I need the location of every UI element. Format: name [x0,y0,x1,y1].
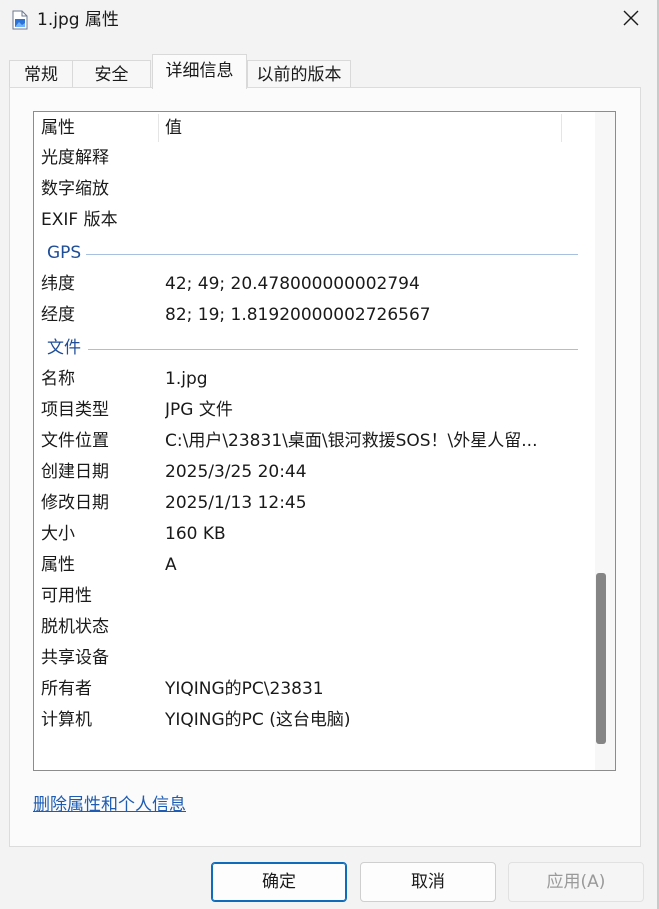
scrollbar-thumb[interactable] [596,573,606,744]
property-value: 42; 49; 20.478000000002794 [165,274,420,294]
list-item[interactable]: 纬度 42; 49; 20.478000000002794 [34,269,594,300]
list-item[interactable]: 经度 82; 19; 1.81920000002726567 [34,300,594,331]
list-item[interactable]: 所有者 YIQING的PC\23831 [34,674,594,705]
image-file-icon [12,10,28,30]
property-value: 1.jpg [165,369,208,389]
property-value: 160 KB [165,524,226,544]
group-divider [88,349,578,350]
cancel-button[interactable]: 取消 [360,862,496,902]
property-name: 数字缩放 [41,179,109,199]
tab-security[interactable]: 安全 [72,60,151,88]
list-item[interactable]: 数字缩放 [34,174,594,205]
property-name: 经度 [41,305,75,325]
property-value: C:\用户\23831\桌面\银河救援SOS！\外星人留... [165,431,538,451]
property-name: 光度解释 [41,148,109,168]
close-icon [623,10,639,30]
property-value: 82; 19; 1.81920000002726567 [165,305,431,325]
column-separator[interactable] [561,114,562,142]
details-list[interactable]: 属性 值 光度解释 数字缩放 EXIF 版本 GPS 纬度 42; 49; 20… [33,111,616,771]
property-value: 2025/1/13 12:45 [165,493,307,513]
list-item[interactable]: 光度解释 [34,143,594,174]
property-value: YIQING的PC (这台电脑) [165,710,351,730]
list-item[interactable]: 创建日期 2025/3/25 20:44 [34,457,594,488]
list-item[interactable]: 名称 1.jpg [34,364,594,395]
list-item[interactable]: 项目类型 JPG 文件 [34,395,594,426]
property-value: A [165,555,177,575]
list-item[interactable]: 脱机状态 [34,612,594,643]
property-value: 2025/3/25 20:44 [165,462,307,482]
remove-properties-link[interactable]: 删除属性和个人信息 [33,793,186,817]
property-name: 文件位置 [41,431,109,451]
property-name: 共享设备 [41,648,109,668]
list-item[interactable]: 可用性 [34,581,594,612]
ok-button[interactable]: 确定 [211,862,347,902]
property-name: 大小 [41,524,75,544]
property-name: 可用性 [41,586,92,606]
list-item[interactable]: 修改日期 2025/1/13 12:45 [34,488,594,519]
property-value: YIQING的PC\23831 [165,679,324,699]
list-item[interactable]: 大小 160 KB [34,519,594,550]
list-item[interactable]: 共享设备 [34,643,594,674]
title-bar: 1.jpg 属性 [0,0,659,42]
property-name: 名称 [41,369,75,389]
list-item[interactable]: 属性 A [34,550,594,581]
close-button[interactable] [610,2,652,38]
list-item[interactable]: EXIF 版本 [34,205,594,236]
property-name: 修改日期 [41,493,109,513]
property-name: 创建日期 [41,462,109,482]
tab-details[interactable]: 详细信息 [152,54,247,89]
property-name: 计算机 [41,710,92,730]
property-value: JPG 文件 [165,400,233,420]
list-item[interactable]: 计算机 YIQING的PC (这台电脑) [34,705,594,736]
group-label: 文件 [47,338,81,358]
list-item[interactable]: 文件位置 C:\用户\23831\桌面\银河救援SOS！\外星人留... [34,426,594,457]
tab-general[interactable]: 常规 [9,60,73,88]
group-header-file: 文件 [34,333,594,364]
apply-button[interactable]: 应用(A) [508,862,644,902]
property-name: EXIF 版本 [41,210,118,230]
column-separator[interactable] [158,114,159,142]
property-name: 所有者 [41,679,92,699]
column-header-property[interactable]: 属性 [41,113,75,144]
window-title: 1.jpg 属性 [37,10,119,30]
tab-strip: 常规 安全 详细信息 以前的版本 [0,52,659,89]
property-name: 项目类型 [41,400,109,420]
group-label: GPS [47,243,82,263]
group-header-gps: GPS [34,238,594,269]
property-name: 纬度 [41,274,75,294]
property-name: 脱机状态 [41,617,109,637]
column-header: 属性 值 [34,112,562,144]
tab-previous-versions[interactable]: 以前的版本 [247,60,351,88]
header-labels: 属性 值 [34,113,594,144]
property-name: 属性 [41,555,75,575]
column-header-value[interactable]: 值 [165,113,182,144]
vertical-scrollbar[interactable] [595,112,615,770]
group-divider [86,254,578,255]
